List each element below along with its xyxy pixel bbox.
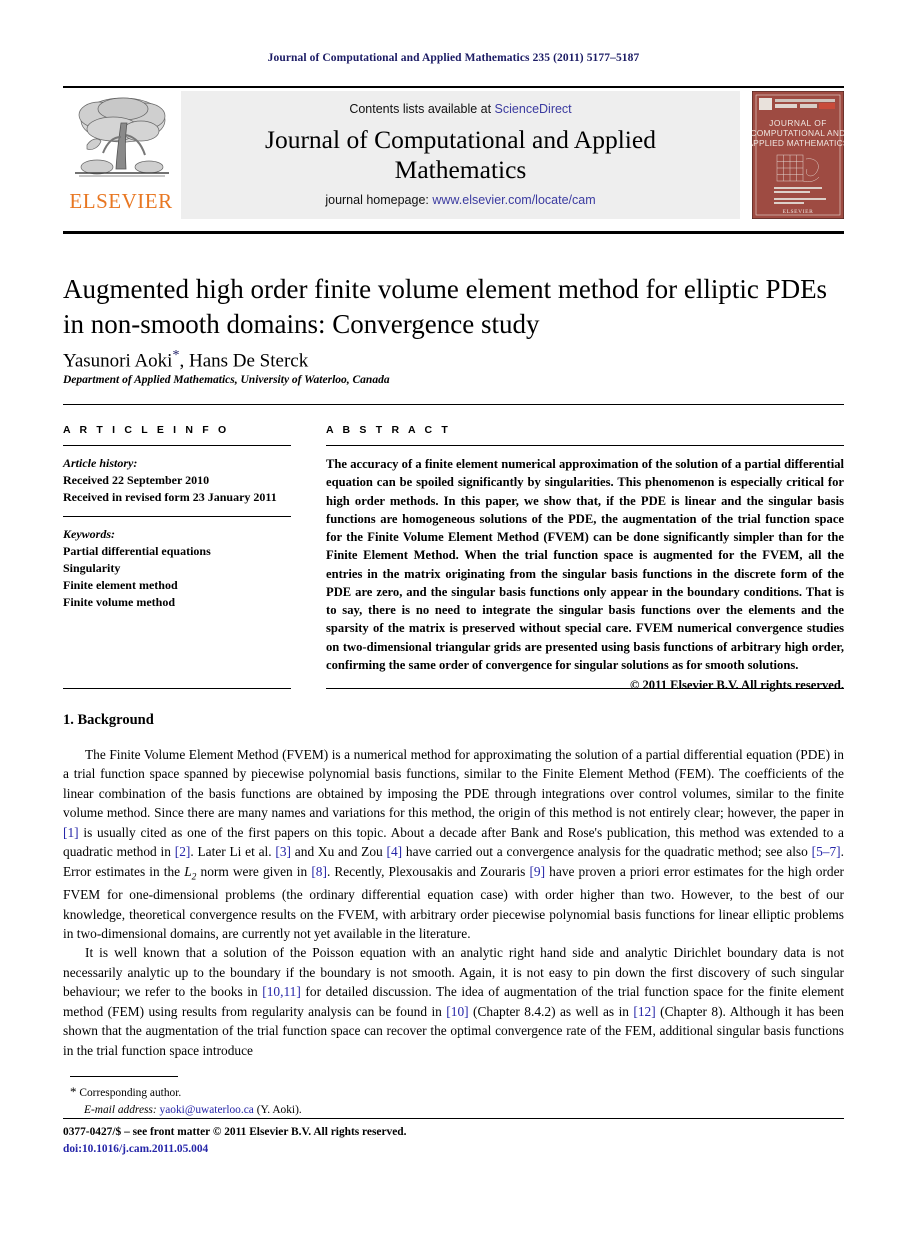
citation-1[interactable]: [1] — [63, 825, 79, 840]
masthead-bottom-rule — [63, 231, 844, 234]
citation-10[interactable]: [10] — [446, 1004, 468, 1019]
front-matter-line: 0377-0427/$ – see front matter © 2011 El… — [63, 1126, 407, 1138]
corresponding-author-note: Corresponding author. — [79, 1087, 182, 1099]
email-link[interactable]: yaoki@uwaterloo.ca — [160, 1104, 254, 1116]
p1-c: . Later Li et al. — [190, 844, 276, 860]
citation-12[interactable]: [12] — [633, 1004, 655, 1019]
paper-page: Journal of Computational and Applied Mat… — [0, 0, 907, 1238]
email-owner: (Y. Aoki). — [256, 1104, 302, 1117]
elsevier-tree-icon — [75, 97, 169, 177]
paragraph-1: The Finite Volume Element Method (FVEM) … — [63, 745, 844, 943]
footnote-rule — [70, 1076, 178, 1077]
citation-5-7[interactable]: [5–7] — [812, 844, 841, 859]
journal-cover-image: JOURNAL OF COMPUTATIONAL AND APPLIED MAT… — [747, 90, 849, 220]
journal-title: Journal of Computational and Applied Mat… — [265, 125, 656, 185]
info-bottom-rule — [63, 688, 291, 689]
keyword-item: Finite element method — [63, 578, 178, 593]
abstract-text: The accuracy of a finite element numeric… — [326, 457, 844, 672]
norm-symbol: L — [184, 863, 192, 879]
abstract-copyright: © 2011 Elsevier B.V. All rights reserved… — [629, 678, 844, 692]
paragraph-2: It is well known that a solution of the … — [63, 943, 844, 1060]
elsevier-logo: ELSEVIER — [63, 91, 181, 219]
svg-text:APPLIED MATHEMATICS: APPLIED MATHEMATICS — [752, 138, 844, 148]
author-rest: , Hans De Sterck — [179, 350, 309, 372]
article-history-label: Article history: — [63, 456, 138, 470]
sciencedirect-link[interactable]: ScienceDirect — [495, 102, 572, 116]
abstract-rule — [326, 445, 844, 446]
homepage-prefix: journal homepage: — [325, 193, 433, 207]
contents-available-line: Contents lists available at ScienceDirec… — [349, 102, 571, 116]
citation-9[interactable]: [9] — [529, 864, 545, 879]
journal-homepage-link[interactable]: www.elsevier.com/locate/cam — [432, 193, 595, 207]
journal-masthead: ELSEVIER Contents lists available at Sci… — [63, 86, 849, 224]
journal-homepage-line: journal homepage: www.elsevier.com/locat… — [181, 193, 740, 207]
body-text: The Finite Volume Element Method (FVEM) … — [63, 745, 844, 1060]
keyword-item: Singularity — [63, 561, 121, 576]
page-bottom-rule — [63, 1118, 844, 1119]
author-affiliation: Department of Applied Mathematics, Unive… — [63, 374, 390, 386]
p1-d: and Xu and Zou — [291, 844, 387, 860]
masthead-top-rule — [63, 86, 844, 88]
citation-4[interactable]: [4] — [387, 844, 403, 859]
keywords-rule — [63, 516, 291, 518]
footnote-block: * Corresponding author. E-mail address: … — [70, 1082, 570, 1119]
title-separator-rule — [63, 404, 844, 405]
section-heading: 1. Background — [63, 712, 154, 729]
keywords-label: Keywords: — [63, 527, 115, 542]
abstract-column: A B S T R A C T The accuracy of a finite… — [326, 424, 844, 693]
p2-c: (Chapter 8.4.2) as well as in — [468, 1003, 634, 1019]
svg-text:JOURNAL OF: JOURNAL OF — [769, 118, 827, 128]
citation-2[interactable]: [2] — [175, 844, 191, 859]
author-first: Yasunori Aoki — [63, 350, 173, 372]
section-number: 1. — [63, 712, 74, 728]
keywords-block: Keywords: Partial differential equations… — [63, 526, 291, 611]
author-list: Yasunori Aoki*, Hans De Sterck — [63, 348, 763, 372]
citation-8[interactable]: [8] — [311, 864, 327, 879]
keyword-item: Partial differential equations — [63, 544, 211, 559]
imprint-block: 0377-0427/$ – see front matter © 2011 El… — [63, 1124, 663, 1158]
p1-h: . Recently, Plexousakis and Zouraris — [326, 863, 530, 879]
abstract-heading: A B S T R A C T — [326, 424, 451, 436]
elsevier-wordmark: ELSEVIER — [69, 189, 173, 213]
p1-g: norm were given in — [196, 863, 312, 879]
keyword-item: Finite volume method — [63, 595, 175, 610]
doi-link[interactable]: doi:10.1016/j.cam.2011.05.004 — [63, 1143, 208, 1155]
p1-e: have carried out a convergence analysis … — [402, 844, 812, 860]
abstract-bottom-rule — [326, 688, 844, 689]
page-title: Augmented high order finite volume eleme… — [63, 274, 828, 340]
running-head: Journal of Computational and Applied Mat… — [267, 52, 640, 64]
svg-text:ELSEVIER: ELSEVIER — [783, 209, 814, 215]
citation-3[interactable]: [3] — [275, 844, 291, 859]
history-received: Received 22 September 2010 — [63, 473, 210, 488]
contents-prefix: Contents lists available at — [349, 102, 495, 116]
journal-cover-thumbnail: JOURNAL OF COMPUTATIONAL AND APPLIED MAT… — [747, 90, 849, 220]
section-name: Background — [77, 712, 154, 728]
article-info-heading: A R T I C L E I N F O — [63, 424, 230, 436]
svg-text:COMPUTATIONAL AND: COMPUTATIONAL AND — [752, 128, 844, 138]
masthead-center: Contents lists available at ScienceDirec… — [181, 91, 740, 219]
p1-a: The Finite Volume Element Method (FVEM) … — [63, 747, 844, 821]
article-info-column: A R T I C L E I N F O Article history: R… — [63, 424, 291, 611]
history-revised: Received in revised form 23 January 2011 — [63, 490, 277, 505]
citation-10-11[interactable]: [10,11] — [262, 984, 301, 999]
email-label: E-mail address: — [84, 1104, 157, 1117]
article-info-rule — [63, 445, 291, 446]
article-history-block: Article history: Received 22 September 2… — [63, 455, 291, 506]
footnote-marker: * — [70, 1084, 77, 1099]
